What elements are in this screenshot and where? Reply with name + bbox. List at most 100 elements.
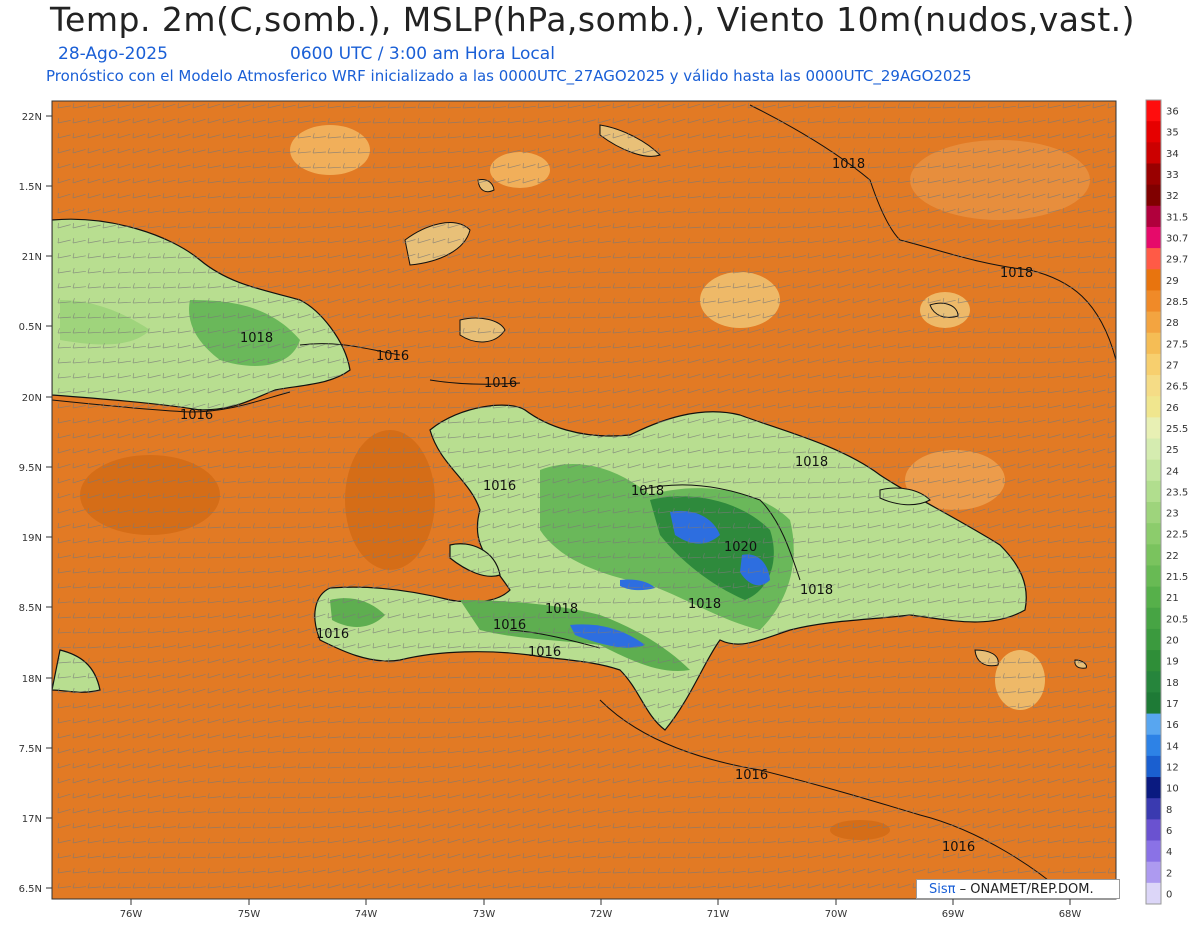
colorbar-label: 33 — [1166, 170, 1179, 181]
temperature-colorbar: 363534333231.530.729.72928.52827.52726.5… — [1145, 99, 1188, 905]
lat-tick-label: 8.5N — [19, 603, 42, 614]
lat-tick-label: 19N — [22, 533, 42, 544]
colorbar-label: 23.5 — [1166, 487, 1188, 498]
isobar-label: 1018 — [688, 597, 721, 612]
colorbar-label: 24 — [1166, 466, 1179, 477]
isobar-label: 1018 — [832, 157, 865, 172]
colorbar-swatch — [1146, 628, 1161, 651]
colorbar-label: 20.5 — [1166, 614, 1188, 625]
colorbar-swatch — [1146, 777, 1161, 799]
plot-area — [52, 101, 1116, 899]
sispi-logo: Sisπ — [929, 882, 956, 897]
colorbar-swatch — [1146, 205, 1161, 228]
colorbar-swatch — [1146, 650, 1161, 672]
lat-tick-label: 17N — [22, 814, 42, 825]
colorbar-label: 8 — [1166, 805, 1172, 816]
lon-tick-label: 76W — [120, 909, 143, 920]
longitude-axis: 76W 75W 74W 73W 72W 71W 70W 69W 68W — [120, 899, 1082, 920]
colorbar-label: 20 — [1166, 636, 1179, 647]
colorbar-label: 27 — [1166, 360, 1179, 371]
colorbar-label: 22.5 — [1166, 530, 1188, 541]
colorbar-label: 31.5 — [1166, 212, 1188, 223]
colorbar-swatch — [1146, 121, 1161, 143]
org-credit: – ONAMET/REP.DOM. — [955, 882, 1094, 897]
colorbar-label: 0 — [1166, 889, 1172, 900]
isobar-label: 1016 — [735, 768, 768, 783]
colorbar-label: 10 — [1166, 784, 1179, 795]
isobar-label: 1016 — [493, 618, 526, 633]
colorbar-swatch — [1146, 882, 1161, 905]
colorbar-swatch — [1146, 417, 1161, 440]
lat-tick-label: 21N — [22, 252, 42, 263]
colorbar-label: 26.5 — [1166, 382, 1188, 393]
colorbar-swatch — [1146, 248, 1161, 270]
colorbar-swatch — [1146, 692, 1161, 715]
lon-tick-label: 68W — [1059, 909, 1082, 920]
colorbar-swatch — [1146, 184, 1161, 207]
colorbar-swatch — [1146, 840, 1161, 863]
colorbar-label: 18 — [1166, 678, 1179, 689]
colorbar-label: 12 — [1166, 762, 1179, 773]
lat-tick-label: 20N — [22, 393, 42, 404]
colorbar-label: 22 — [1166, 551, 1179, 562]
colorbar-label: 25 — [1166, 445, 1179, 456]
isobar-label: 1016 — [180, 408, 213, 423]
colorbar-swatch — [1146, 544, 1161, 566]
colorbar-label: 17 — [1166, 699, 1179, 710]
colorbar-label: 34 — [1166, 149, 1179, 160]
colorbar-swatch — [1146, 861, 1161, 884]
lat-tick-label: 6.5N — [19, 884, 42, 895]
colorbar-swatch — [1146, 396, 1161, 418]
colorbar-swatch — [1146, 607, 1161, 630]
colorbar-label: 4 — [1166, 847, 1172, 858]
colorbar-swatch — [1146, 523, 1161, 545]
isobar-label: 1016 — [483, 479, 516, 494]
lat-tick-label: 9.5N — [19, 463, 42, 474]
colorbar-swatch — [1146, 438, 1161, 461]
colorbar-swatch — [1146, 819, 1161, 842]
colorbar-swatch — [1146, 502, 1161, 524]
colorbar-label: 36 — [1166, 107, 1179, 118]
colorbar-label: 6 — [1166, 826, 1172, 837]
colorbar-swatch — [1146, 755, 1161, 778]
isobar-label: 1016 — [528, 645, 561, 660]
isobar-label: 1020 — [724, 540, 757, 555]
colorbar-swatch — [1146, 353, 1161, 376]
colorbar-label: 27.5 — [1166, 339, 1188, 350]
isobar-label: 1016 — [484, 376, 517, 391]
colorbar-swatch — [1146, 671, 1161, 693]
weather-map: 1018 1018 1018 1016 1016 1016 1016 1018 … — [19, 99, 1188, 920]
colorbar-swatch — [1146, 734, 1161, 757]
colorbar-label: 29.7 — [1166, 255, 1188, 266]
lon-tick-label: 72W — [590, 909, 613, 920]
colorbar-label: 30.7 — [1166, 234, 1188, 245]
lon-tick-label: 74W — [355, 909, 378, 920]
colorbar-label: 21.5 — [1166, 572, 1188, 583]
colorbar-swatch — [1146, 290, 1161, 313]
lat-tick-label: 0.5N — [19, 322, 42, 333]
colorbar-label: 14 — [1166, 741, 1179, 752]
colorbar-swatch — [1146, 311, 1161, 334]
lat-tick-label: 18N — [22, 674, 42, 685]
colorbar-swatch — [1146, 480, 1161, 503]
isobar-label: 1018 — [800, 583, 833, 598]
latitude-axis: 22N 1.5N 21N 0.5N 20N 9.5N 19N 8.5N 18N … — [19, 112, 52, 895]
colorbar-swatch — [1146, 565, 1161, 588]
isobar-label: 1018 — [1000, 266, 1033, 281]
colorbar-swatch — [1146, 269, 1161, 291]
isobar-label: 1016 — [316, 627, 349, 642]
isobar-label: 1018 — [795, 455, 828, 470]
lat-tick-label: 7.5N — [19, 744, 42, 755]
colorbar-swatch — [1146, 142, 1161, 164]
colorbar-swatch — [1146, 586, 1161, 609]
colorbar-label: 23 — [1166, 509, 1179, 520]
colorbar-label: 2 — [1166, 868, 1172, 879]
colorbar-label: 21 — [1166, 593, 1179, 604]
isobar-label: 1016 — [376, 349, 409, 364]
colorbar-label: 29 — [1166, 276, 1179, 287]
colorbar-swatch — [1146, 459, 1161, 482]
lon-tick-label: 69W — [942, 909, 965, 920]
colorbar-swatch — [1146, 332, 1161, 355]
lat-tick-label: 22N — [22, 112, 42, 123]
lon-tick-label: 75W — [238, 909, 261, 920]
